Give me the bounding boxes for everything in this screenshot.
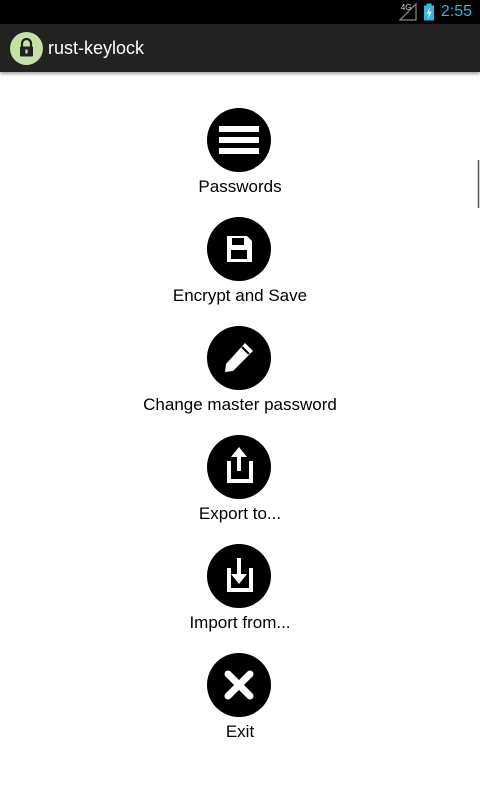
list-icon	[207, 108, 271, 172]
app-title: rust-keylock	[48, 38, 145, 58]
save-icon	[207, 217, 271, 281]
status-clock: 2:55	[440, 3, 472, 20]
export-icon	[207, 435, 271, 499]
status-icons: 4G 2:55	[398, 0, 472, 24]
action-bar: rust-keylock	[0, 24, 480, 72]
menu-label-export: Export to...	[198, 504, 282, 523]
menu-label-change-master-password: Change master password	[143, 395, 337, 414]
lock-icon[interactable]	[10, 32, 43, 65]
edit-icon	[207, 326, 271, 390]
menu-item-export[interactable]: Export to...	[0, 435, 480, 535]
signal-icon: 4G	[398, 2, 417, 21]
menu-label-passwords: Passwords	[198, 177, 282, 196]
battery-charging-icon	[423, 3, 434, 21]
network-type-label: 4G	[400, 3, 412, 12]
import-icon	[207, 544, 271, 608]
status-bar: 4G 2:55	[0, 0, 480, 24]
close-icon	[207, 653, 271, 717]
menu-label-exit: Exit	[225, 722, 255, 741]
menu-item-encrypt-and-save[interactable]: Encrypt and Save	[0, 217, 480, 317]
menu-label-encrypt-and-save: Encrypt and Save	[172, 286, 308, 305]
menu-item-passwords[interactable]: Passwords	[0, 108, 480, 208]
menu-item-import[interactable]: Import from...	[0, 544, 480, 644]
menu-label-import: Import from...	[189, 613, 291, 632]
menu-item-change-master-password[interactable]: Change master password	[0, 326, 480, 426]
menu-item-exit[interactable]: Exit	[0, 653, 480, 753]
